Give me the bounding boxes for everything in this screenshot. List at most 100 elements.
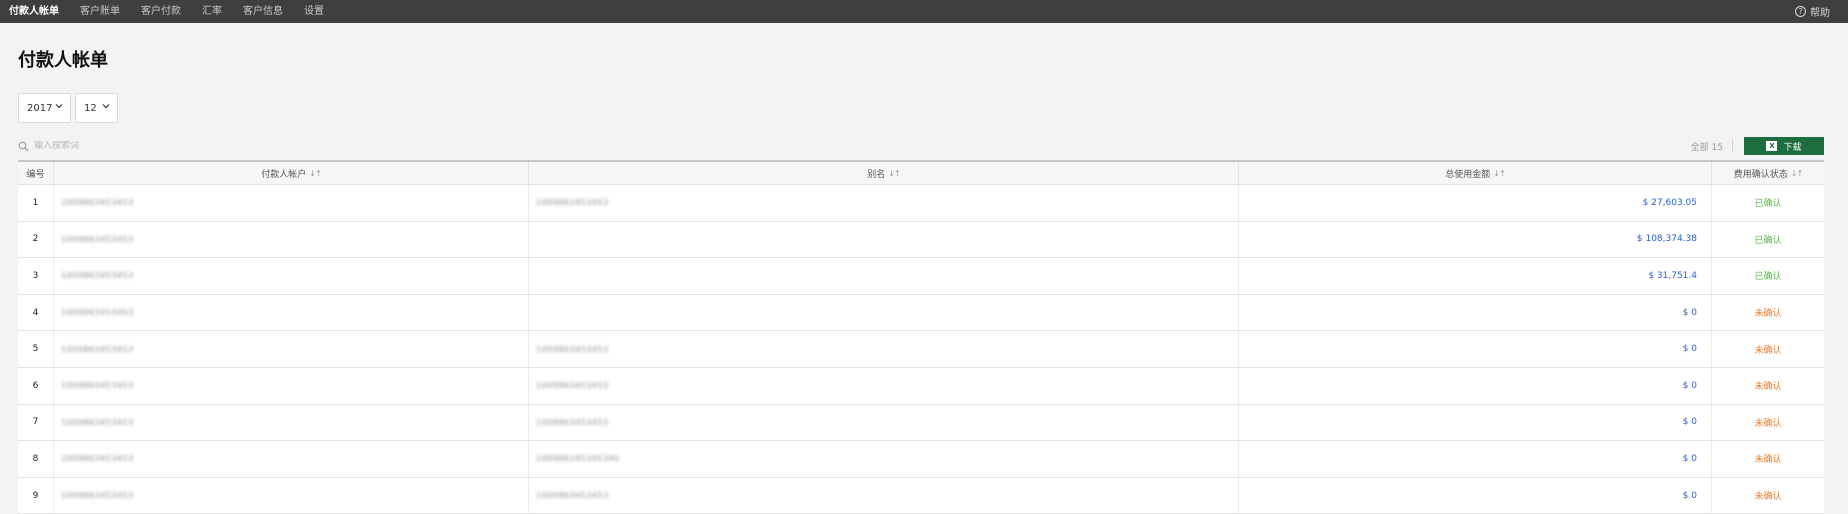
table-cell: $ 0 [1239, 367, 1712, 404]
table-cell: 已确认 [1712, 258, 1824, 294]
help-label: 帮助 [1810, 8, 1830, 19]
table-cell: $ 0 [1239, 331, 1712, 367]
table-cell: $ 0 [1239, 477, 1712, 514]
table-cell: $ 108,374.38 [1239, 221, 1712, 258]
table-cell: 1009863453453 [529, 367, 1239, 404]
payer-account: 1009863453453 [61, 271, 134, 281]
amount-link[interactable]: $ 0 [1683, 381, 1697, 391]
table-row: 2 1009863453453 $ 108,374.38 已确认 [18, 221, 1824, 259]
table-cell: 4 [18, 294, 54, 331]
table-cell: 1009863453453 [529, 331, 1239, 367]
status-label: 未确认 [1754, 345, 1782, 356]
table-cell: 1009863453453 [54, 294, 529, 331]
table-cell: 1 [18, 185, 54, 221]
amount-link[interactable]: $ 31,751.4 [1648, 271, 1697, 281]
table-cell [529, 221, 1239, 258]
amount-link[interactable]: $ 27,603.05 [1643, 198, 1697, 208]
table-row: 1 1009863453453 1009863453453 $ 27,603.05 已确… [18, 185, 1824, 222]
table-cell: 100986345345345 [529, 441, 1239, 477]
row-number: 7 [32, 417, 39, 428]
table-row: 5 1009863453453 1009863453453 $ 0 未确认 [18, 331, 1824, 368]
table-cell: 1009863453453 [54, 477, 529, 514]
sort-icon[interactable]: ↓↑ [1791, 169, 1803, 178]
download-button[interactable]: X 下载 [1744, 137, 1824, 155]
table-cell: 已确认 [1712, 185, 1824, 221]
alias: 1009863453453 [536, 344, 609, 354]
nav-item-payer-bills[interactable]: 付款人帐单 [9, 0, 59, 23]
nav-item-settings[interactable]: 设置 [304, 0, 324, 23]
row-number: 6 [32, 380, 39, 391]
status-label: 未确认 [1754, 309, 1782, 320]
nav-item-customer-info[interactable]: 客户信息 [243, 0, 283, 23]
help-icon: ? [1795, 6, 1806, 17]
total-count: 全部 15 [1690, 143, 1723, 153]
divider [1732, 139, 1733, 151]
status-label: 未确认 [1754, 455, 1782, 466]
table-cell: 1009863453453 [54, 367, 529, 404]
table-row: 4 1009863453453 $ 0 未确认 [18, 294, 1824, 332]
table-cell [529, 294, 1239, 331]
row-number: 1 [32, 197, 39, 208]
alias: 1009863453453 [536, 491, 609, 501]
table-cell: 1009863453453 [54, 404, 529, 441]
excel-icon: X [1766, 141, 1778, 151]
row-number: 9 [32, 490, 39, 501]
payer-account: 1009863453453 [61, 417, 134, 427]
search-bar [18, 139, 618, 153]
status-label: 未确认 [1754, 418, 1782, 429]
table-row: 8 1009863453453 100986345345345 $ 0 未确认 [18, 441, 1824, 478]
amount-link[interactable]: $ 0 [1683, 417, 1697, 427]
nav-item-customer-payments[interactable]: 客户付款 [141, 0, 181, 23]
table-cell: 9 [18, 477, 54, 514]
table-row: 6 1009863453453 1009863453453 $ 0 未确认 [18, 367, 1824, 405]
col-header-label: 费用确认状态 [1733, 169, 1788, 180]
alias: 1009863453453 [536, 417, 609, 427]
table-cell: $ 0 [1239, 404, 1712, 441]
table-cell: 1009863453453 [54, 258, 529, 294]
col-header-label: 编号 [26, 169, 45, 180]
help-link[interactable]: ? 帮助 [1795, 0, 1830, 23]
payer-account: 1009863453453 [61, 234, 134, 244]
table-cell [529, 258, 1239, 294]
nav-item-exchange-rate[interactable]: 汇率 [202, 0, 222, 23]
col-header-no: 编号 [18, 162, 54, 184]
alias: 100986345345345 [536, 454, 620, 464]
amount-link[interactable]: $ 0 [1683, 491, 1697, 501]
row-number: 8 [32, 453, 39, 464]
table-cell: 未确认 [1712, 478, 1824, 514]
year-select[interactable]: 2017 [18, 93, 71, 123]
sort-icon[interactable]: ↓↑ [309, 169, 321, 178]
row-number: 2 [32, 234, 39, 245]
table-row: 9 1009863453453 1009863453453 $ 0 未确认 [18, 477, 1824, 514]
payer-account: 1009863453453 [61, 491, 134, 501]
table-cell: 6 [18, 367, 54, 404]
table-cell: $ 0 [1239, 441, 1712, 477]
table-cell: 已确认 [1712, 222, 1824, 258]
col-header-status: 费用确认状态 ↓↑ [1712, 162, 1824, 184]
status-label: 已确认 [1754, 199, 1782, 210]
amount-link[interactable]: $ 108,374.38 [1637, 234, 1697, 244]
alias: 1009863453453 [536, 198, 609, 208]
table-cell: 1009863453453 [54, 185, 529, 221]
amount-link[interactable]: $ 0 [1683, 454, 1697, 464]
search-icon [18, 141, 29, 151]
table-cell: 1009863453453 [54, 441, 529, 477]
payer-account: 1009863453453 [61, 308, 134, 318]
month-select[interactable]: 12 [75, 93, 118, 123]
sort-icon[interactable]: ↓↑ [888, 169, 900, 178]
search-input[interactable] [34, 141, 334, 151]
col-header-alias: 别名 ↓↑ [529, 162, 1239, 184]
payer-account: 1009863453453 [61, 381, 134, 391]
status-label: 未确认 [1754, 492, 1782, 503]
row-number: 4 [32, 307, 39, 318]
col-header-amount: 总使用金额 ↓↑ [1239, 162, 1712, 184]
row-number: 3 [32, 270, 39, 281]
year-value: 2017 [27, 102, 53, 114]
sort-icon[interactable]: ↓↑ [1493, 169, 1505, 178]
nav-item-customer-bills[interactable]: 客户账单 [80, 0, 120, 23]
amount-link[interactable]: $ 0 [1683, 344, 1697, 354]
amount-link[interactable]: $ 0 [1683, 308, 1697, 318]
table-cell: 未确认 [1712, 405, 1824, 441]
status-label: 已确认 [1754, 235, 1782, 246]
col-header-label: 总使用金额 [1445, 169, 1491, 180]
